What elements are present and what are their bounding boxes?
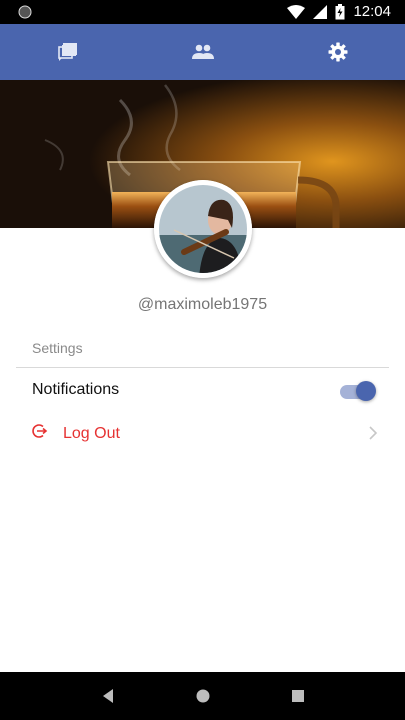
settings-section-label: Settings [32, 340, 83, 356]
status-time: 12:04 [353, 3, 391, 20]
recents-button[interactable] [278, 676, 318, 716]
recents-icon [291, 690, 304, 702]
chat-icon [57, 43, 77, 61]
tab-chats[interactable] [0, 24, 135, 80]
logout-icon [32, 424, 48, 438]
top-tab-bar [0, 24, 405, 80]
notifications-label: Notifications [32, 381, 120, 398]
chevron-right-icon [369, 426, 378, 440]
home-icon [196, 689, 209, 703]
notification-dot-icon [18, 5, 32, 19]
home-button[interactable] [183, 676, 223, 716]
tab-people[interactable] [135, 24, 270, 80]
avatar[interactable] [154, 180, 252, 278]
system-nav-bar [0, 672, 405, 720]
battery-icon [335, 4, 345, 20]
people-icon [191, 44, 214, 59]
logout-label: Log Out [63, 425, 120, 442]
back-icon [102, 689, 113, 703]
wifi-icon [287, 5, 306, 19]
notifications-row[interactable]: Notifications [16, 370, 389, 412]
tab-settings[interactable] [270, 24, 405, 80]
notifications-toggle[interactable] [340, 379, 376, 403]
status-bar: 12:04 [0, 0, 405, 24]
toggle-thumb [356, 381, 376, 401]
back-button[interactable] [88, 676, 128, 716]
logout-row[interactable]: Log Out [16, 414, 389, 454]
divider [16, 367, 389, 368]
signal-icon [313, 5, 328, 19]
gear-icon [328, 42, 347, 62]
username-label: @maximoleb1975 [137, 296, 268, 313]
